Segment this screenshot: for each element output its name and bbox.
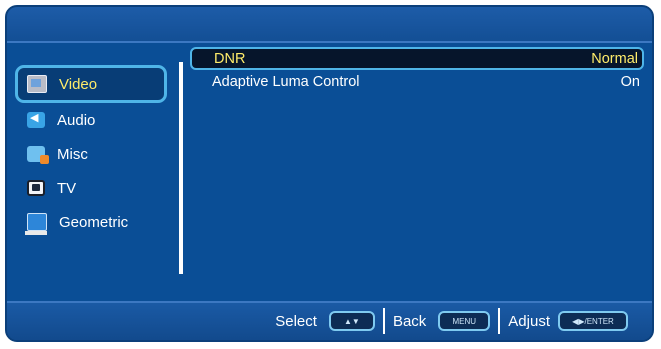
tv-icon (27, 180, 45, 196)
category-sidebar: Video Audio Misc TV Geometric (15, 65, 167, 239)
sidebar-item-label: Misc (57, 145, 88, 163)
sidebar-item-label: Video (59, 75, 98, 93)
sidebar-item-label: Geometric (59, 213, 129, 231)
misc-icon (27, 146, 49, 164)
hint-separator (498, 308, 501, 334)
settings-list: DNR Normal Adaptive Luma Control On (190, 47, 644, 93)
hint-bar: Select ▲▼ Back MENU Adjust ◀▶/ENTER (7, 301, 652, 340)
setting-name: Adaptive Luma Control (212, 73, 360, 90)
title-bar (7, 7, 652, 43)
back-hint-label: Back (392, 312, 427, 330)
hint-separator (382, 308, 385, 334)
adjust-hint-label: Adjust (508, 312, 550, 330)
audio-icon (27, 111, 45, 128)
column-divider (179, 62, 183, 274)
sidebar-item-misc[interactable]: Misc (15, 137, 167, 171)
video-icon (27, 75, 47, 93)
osd-menu-frame: Video Audio Misc TV Geometric DNR Normal… (5, 5, 654, 342)
sidebar-item-geometric[interactable]: Geometric (15, 205, 167, 239)
select-hint-label: Select (275, 312, 317, 330)
geometric-icon (25, 213, 47, 235)
setting-name: DNR (214, 50, 246, 67)
sidebar-item-video[interactable]: Video (15, 65, 167, 103)
sidebar-item-audio[interactable]: Audio (15, 103, 167, 137)
sidebar-item-label: Audio (57, 111, 96, 129)
setting-value: Normal (591, 50, 638, 67)
setting-value: On (620, 73, 640, 90)
enter-key-icon: ◀▶/ENTER (558, 311, 628, 331)
up-down-key-icon: ▲▼ (328, 311, 375, 331)
menu-key-icon: MENU (438, 311, 491, 331)
key-hints: Select ▲▼ Back MENU Adjust ◀▶/ENTER (275, 308, 628, 334)
setting-row-adaptive-luma-control[interactable]: Adaptive Luma Control On (190, 70, 644, 93)
sidebar-item-tv[interactable]: TV (15, 171, 167, 205)
sidebar-item-label: TV (57, 179, 77, 197)
setting-row-dnr[interactable]: DNR Normal (190, 47, 644, 70)
